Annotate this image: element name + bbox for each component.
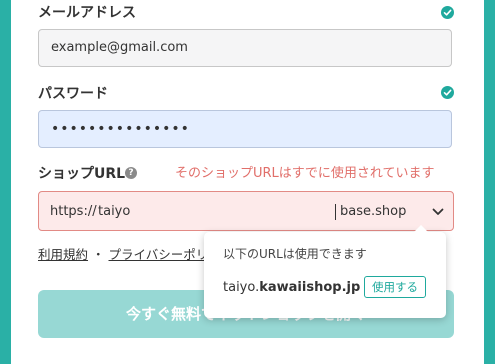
suggested-subdomain: taiyo.	[223, 280, 260, 295]
password-field[interactable]: •••••••••••••••	[38, 110, 452, 148]
password-check-icon	[441, 86, 454, 99]
shop-url-input[interactable]: taiyo	[98, 203, 130, 221]
url-suggestion-popup: 以下のURLは使用できます taiyo.kawaiishop.jp 使用する	[204, 225, 446, 318]
suggestion-message: 以下のURLは使用できます	[223, 247, 367, 261]
help-icon[interactable]: ?	[125, 167, 137, 179]
domain-suffix-select[interactable]: base.shop	[340, 203, 406, 221]
url-prefix: https://	[50, 204, 97, 219]
shop-url-error-message: そのショップURLはすでに使用されています	[175, 166, 435, 181]
email-label: メールアドレス	[38, 5, 136, 21]
shop-url-label: ショップURL	[38, 166, 126, 182]
email-field[interactable]: example@gmail.com	[38, 29, 452, 67]
email-check-icon	[441, 6, 454, 19]
terms-line: 利用規約 ・ プライバシーポリシ	[38, 246, 221, 264]
terms-link[interactable]: 利用規約	[38, 247, 88, 262]
use-suggestion-button[interactable]: 使用する	[364, 276, 426, 298]
suggested-domain: kawaiishop.jp	[259, 280, 361, 295]
password-label: パスワード	[38, 86, 108, 102]
suggested-url: taiyo.kawaiishop.jp	[223, 279, 360, 297]
popup-arrow	[413, 225, 429, 233]
chevron-down-icon[interactable]	[432, 206, 444, 221]
text-cursor	[335, 204, 336, 220]
terms-separator: ・	[92, 247, 105, 262]
shop-url-field[interactable]: https:// taiyo base.shop	[38, 191, 454, 231]
